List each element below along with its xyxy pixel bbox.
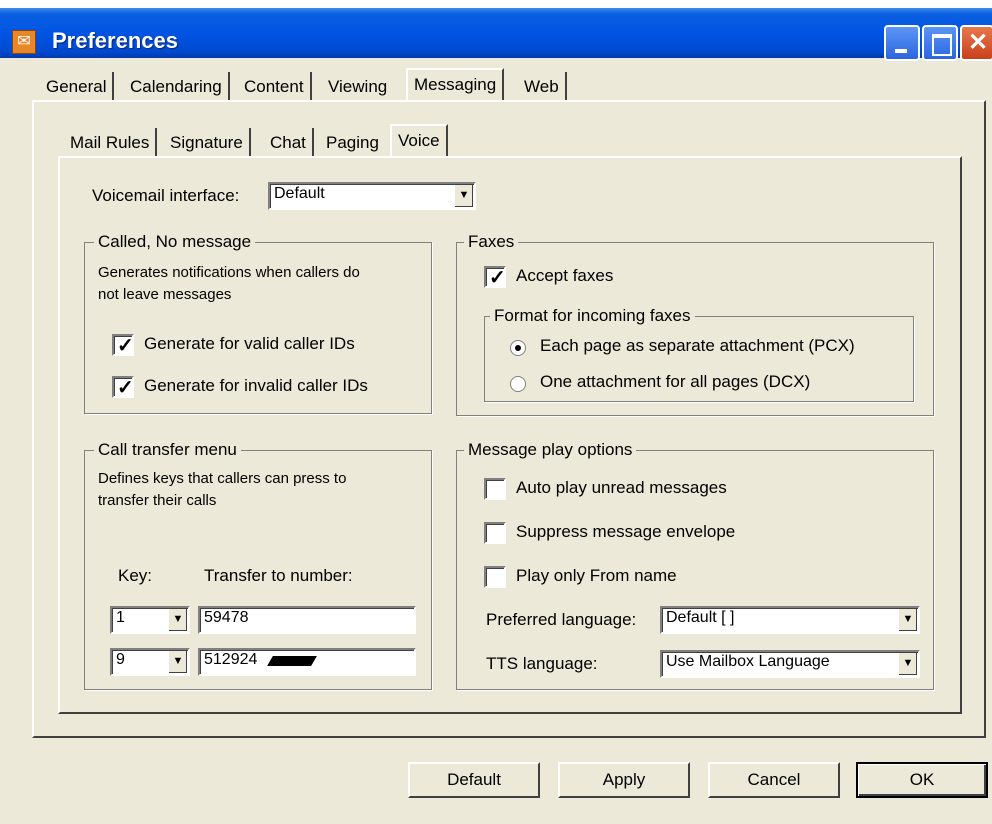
maximize-button[interactable]	[922, 25, 958, 61]
tab-content[interactable]: Content	[238, 72, 312, 102]
accept-faxes-checkbox[interactable]: ✓	[484, 266, 506, 289]
apply-button[interactable]: Apply	[558, 762, 690, 798]
tab-mail-rules[interactable]: Mail Rules	[64, 128, 158, 158]
valid-caller-ids-label[interactable]: Generate for valid caller IDs	[144, 334, 355, 354]
chevron-down-icon[interactable]: ▼	[168, 609, 187, 631]
key-column-header: Key:	[118, 566, 153, 585]
dcx-radio[interactable]	[510, 376, 526, 392]
preferred-language-value: Default [ ]	[666, 609, 735, 626]
transfer-number-column-header: Transfer to number:	[204, 566, 353, 585]
chevron-down-icon[interactable]: ▼	[898, 653, 917, 675]
transfer-number-value: 59478	[204, 609, 249, 626]
call-transfer-legend: Call transfer menu	[94, 440, 241, 460]
pcx-label[interactable]: Each page as separate attachment (PCX)	[540, 336, 855, 356]
accept-faxes-label[interactable]: Accept faxes	[516, 266, 613, 286]
valid-caller-ids-checkbox[interactable]: ✓	[112, 334, 134, 357]
preferred-language-select[interactable]: Default [ ] ▼	[660, 606, 920, 634]
tab-web[interactable]: Web	[518, 72, 567, 102]
called-no-message-legend: Called, No message	[94, 232, 256, 252]
default-button[interactable]: Default	[408, 762, 540, 798]
transfer-key-select-2[interactable]: 9 ▼	[110, 648, 190, 676]
tts-language-select[interactable]: Use Mailbox Language ▼	[660, 650, 920, 678]
checkmark-icon: ✓	[117, 335, 134, 357]
pcx-radio[interactable]	[510, 340, 526, 356]
called-no-message-description-2: not leave messages	[98, 286, 232, 303]
tab-messaging[interactable]: Messaging	[406, 68, 505, 102]
dcx-label[interactable]: One attachment for all pages (DCX)	[540, 372, 810, 392]
window-title: Preferences	[52, 28, 178, 53]
chevron-down-icon[interactable]: ▼	[898, 609, 917, 631]
minimize-button[interactable]	[884, 25, 920, 61]
invalid-caller-ids-label[interactable]: Generate for invalid caller IDs	[144, 376, 368, 396]
title-bar[interactable]: ✉ Preferences ✕	[0, 8, 992, 61]
call-transfer-description-2: transfer their calls	[98, 492, 217, 509]
tab-chat[interactable]: Chat	[264, 128, 314, 158]
cancel-button[interactable]: Cancel	[708, 762, 840, 798]
ok-button[interactable]: OK	[856, 762, 988, 798]
suppress-envelope-checkbox[interactable]	[484, 522, 506, 544]
play-from-name-checkbox[interactable]	[484, 566, 506, 588]
preferred-language-label: Preferred language:	[486, 610, 637, 629]
app-icon: ✉	[12, 30, 36, 54]
radio-dot-icon	[515, 345, 521, 351]
play-from-name-label[interactable]: Play only From name	[516, 566, 677, 586]
tab-general[interactable]: General	[40, 72, 115, 102]
transfer-number-value: 512924	[204, 651, 258, 668]
voicemail-interface-label: Voicemail interface:	[92, 186, 240, 205]
auto-play-label[interactable]: Auto play unread messages	[516, 478, 727, 498]
tab-voice[interactable]: Voice	[390, 124, 448, 158]
voicemail-interface-value: Default	[274, 185, 325, 202]
tab-paging[interactable]: Paging	[320, 128, 385, 158]
message-play-legend: Message play options	[464, 440, 637, 460]
tab-viewing[interactable]: Viewing	[322, 72, 394, 102]
auto-play-checkbox[interactable]	[484, 478, 506, 500]
tts-language-label: TTS language:	[486, 654, 598, 673]
transfer-number-input-2[interactable]: 512924	[198, 648, 416, 676]
tab-calendaring[interactable]: Calendaring	[124, 72, 230, 102]
transfer-number-input-1[interactable]: 59478	[198, 606, 416, 634]
tab-signature[interactable]: Signature	[164, 128, 251, 158]
chevron-down-icon[interactable]: ▼	[454, 185, 473, 207]
suppress-envelope-label[interactable]: Suppress message envelope	[516, 522, 735, 542]
voicemail-interface-select[interactable]: Default ▼	[268, 182, 476, 210]
transfer-key-select-1[interactable]: 1 ▼	[110, 606, 190, 634]
transfer-key-value: 9	[116, 651, 125, 668]
faxes-legend: Faxes	[464, 232, 519, 252]
transfer-key-value: 1	[116, 609, 125, 626]
checkmark-icon: ✓	[489, 267, 506, 289]
invalid-caller-ids-checkbox[interactable]: ✓	[112, 376, 134, 399]
call-transfer-description-1: Defines keys that callers can press to	[98, 470, 347, 487]
close-button[interactable]: ✕	[960, 25, 992, 61]
desktop-strip	[0, 0, 992, 8]
redaction-mark	[267, 656, 317, 666]
checkmark-icon: ✓	[117, 377, 134, 399]
called-no-message-description-1: Generates notifications when callers do	[98, 264, 360, 281]
fax-format-legend: Format for incoming faxes	[490, 306, 695, 326]
minimize-icon	[895, 49, 907, 53]
close-icon: ✕	[968, 29, 989, 56]
chevron-down-icon[interactable]: ▼	[168, 651, 187, 673]
tts-language-value: Use Mailbox Language	[666, 653, 830, 670]
maximize-icon	[932, 34, 952, 56]
